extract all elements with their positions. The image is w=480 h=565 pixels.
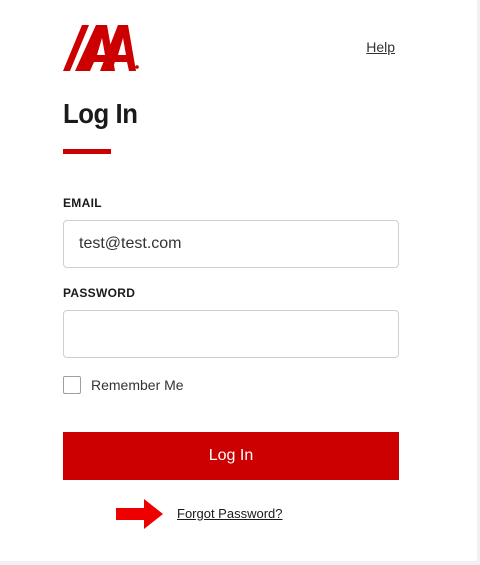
email-input[interactable] [63,220,399,268]
bottom-divider [0,561,480,565]
remember-me-label: Remember Me [91,377,184,393]
login-button[interactable]: Log In [63,432,399,480]
page-title: Log In [63,98,138,129]
remember-me-row[interactable]: Remember Me [63,376,184,394]
arrow-right-icon [116,499,163,529]
login-page: Help Log In EMAIL PASSWORD Remember Me L… [0,0,480,565]
email-label: EMAIL [63,196,102,210]
title-underline [63,149,111,154]
password-input[interactable] [63,310,399,358]
remember-me-checkbox[interactable] [63,376,81,394]
password-label: PASSWORD [63,286,136,300]
help-link[interactable]: Help [366,39,395,55]
iaa-logo-icon [63,25,139,71]
forgot-password-link[interactable]: Forgot Password? [177,506,283,521]
